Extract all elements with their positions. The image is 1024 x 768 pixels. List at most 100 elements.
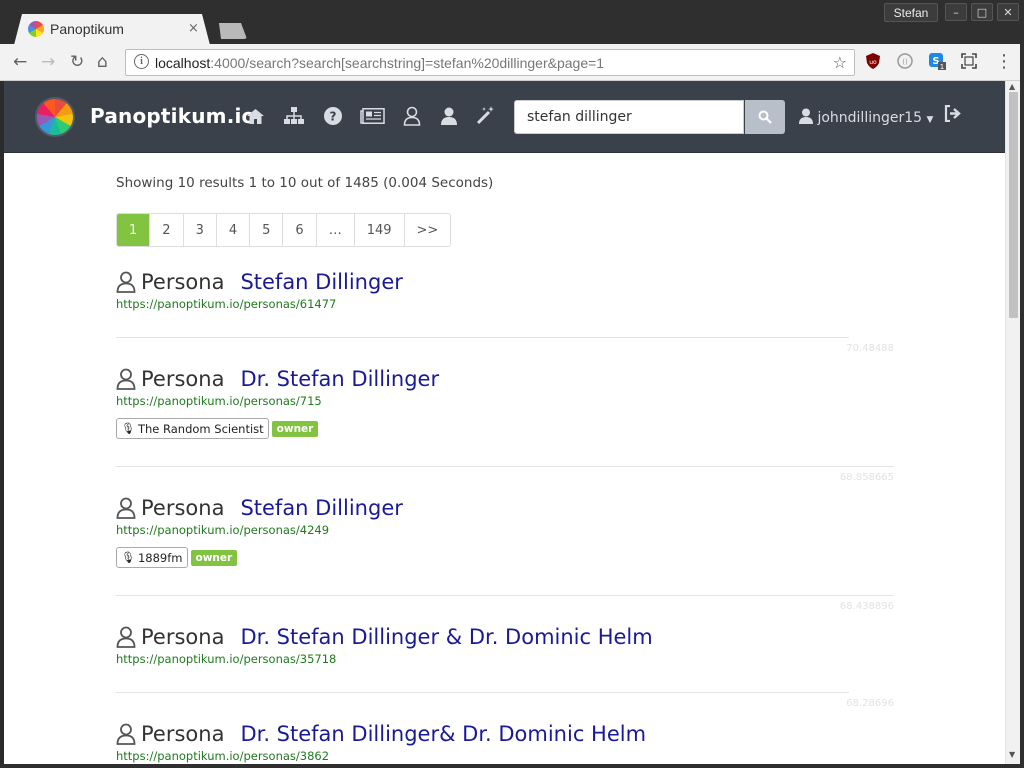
result-title: Persona Dr. Stefan Dillinger xyxy=(116,367,894,391)
scrollbar[interactable]: ▲ ▼ xyxy=(1005,81,1020,764)
page-link[interactable]: 4 xyxy=(216,214,251,246)
results-summary: Showing 10 results 1 to 10 out of 1485 (… xyxy=(116,175,494,191)
brand-name[interactable]: Panoptikum.io xyxy=(90,104,256,128)
home-icon[interactable] xyxy=(246,108,265,125)
result-type: Persona xyxy=(141,270,225,294)
logout-icon[interactable] xyxy=(944,105,962,122)
result-url[interactable]: https://panoptikum.io/personas/715 xyxy=(116,394,894,408)
result-title: Persona Stefan Dillinger xyxy=(116,270,894,294)
extension-icon[interactable]: () xyxy=(896,52,914,70)
result-item: Persona Stefan Dillinger https://panoptiku… xyxy=(116,496,894,612)
owner-badge: owner xyxy=(190,549,238,566)
persona-icon[interactable] xyxy=(403,106,421,126)
result-tags: 🎙 1889fm owner xyxy=(116,547,894,568)
result-type: Persona xyxy=(141,722,225,746)
bookmark-star-icon[interactable]: ☆ xyxy=(833,53,847,72)
forward-icon[interactable]: → xyxy=(41,52,55,72)
page-link[interactable]: >> xyxy=(404,214,451,246)
page-link[interactable]: 149 xyxy=(354,214,405,246)
search-button[interactable] xyxy=(745,100,785,134)
profile-button[interactable]: Stefan xyxy=(884,3,938,22)
pagination: 1 2 3 4 5 6… 149 >> xyxy=(116,213,452,247)
result-title: Persona Dr. Stefan Dillinger& Dr. Dominic… xyxy=(116,722,894,746)
podcast-icon: 🎙 xyxy=(121,551,135,564)
result-score: 68.858665 xyxy=(839,472,894,483)
page-viewport: Panoptikum.io ? stefan dillinger johndil… xyxy=(4,81,1005,764)
search-icon xyxy=(758,110,772,124)
result-divider xyxy=(116,337,849,338)
maximize-icon[interactable]: □ xyxy=(971,3,993,21)
result-title: Persona Dr. Stefan Dillinger & Dr. Domini… xyxy=(116,625,894,649)
podcast-tag[interactable]: 🎙 1889fm xyxy=(116,547,188,568)
user-menu[interactable]: johndillinger15 ▼ xyxy=(799,108,933,126)
result-divider xyxy=(116,692,849,693)
back-icon[interactable]: ← xyxy=(13,52,27,72)
tab-title: Panoptikum xyxy=(50,21,124,37)
screenshot-extension-icon[interactable] xyxy=(960,52,978,70)
result-title: Persona Stefan Dillinger xyxy=(116,496,894,520)
owner-badge: owner xyxy=(271,420,319,437)
result-name-link[interactable]: Stefan Dillinger xyxy=(240,496,402,520)
address-url: localhost:4000/search?search[searchstrin… xyxy=(155,55,605,71)
page-link[interactable]: … xyxy=(316,214,355,246)
result-divider xyxy=(116,466,894,467)
persona-icon xyxy=(116,723,136,745)
home-browser-icon[interactable]: ⌂ xyxy=(97,52,108,72)
user-icon[interactable] xyxy=(441,107,457,125)
persona-icon xyxy=(116,626,136,648)
app-navbar: Panoptikum.io ? stefan dillinger johndil… xyxy=(4,81,1005,153)
result-url[interactable]: https://panoptikum.io/personas/3862 xyxy=(116,749,894,763)
result-item: Persona Dr. Stefan Dillinger https://panop… xyxy=(116,367,894,483)
scrollbar-thumb[interactable] xyxy=(1009,92,1018,318)
result-url[interactable]: https://panoptikum.io/personas/35718 xyxy=(116,652,894,666)
logo-icon[interactable] xyxy=(35,97,75,137)
result-type: Persona xyxy=(141,496,225,520)
scroll-up-icon[interactable]: ▲ xyxy=(1009,82,1015,91)
page-link[interactable]: 6 xyxy=(283,214,317,246)
scroll-down-icon[interactable]: ▼ xyxy=(1009,750,1015,759)
menu-kebab-icon[interactable]: ⋮ xyxy=(995,51,1013,72)
result-name-link[interactable]: Stefan Dillinger xyxy=(240,270,402,294)
result-score: 68.438896 xyxy=(839,601,894,612)
podcast-tag[interactable]: 🎙 The Random Scientist xyxy=(116,418,269,439)
ublock-icon[interactable]: uo xyxy=(864,52,882,70)
newspaper-icon[interactable] xyxy=(360,108,385,124)
result-url[interactable]: https://panoptikum.io/personas/61477 xyxy=(116,297,894,311)
page-link[interactable]: 1 xyxy=(117,214,151,246)
svg-text:1: 1 xyxy=(940,63,944,70)
sitemap-icon[interactable] xyxy=(284,107,304,125)
skype-extension-icon[interactable]: S1 xyxy=(928,52,946,70)
window-frame-bottom xyxy=(0,764,1024,768)
user-menu-icon xyxy=(799,108,813,124)
persona-icon xyxy=(116,271,136,293)
svg-text:(): () xyxy=(902,58,908,66)
result-divider xyxy=(116,595,894,596)
reload-icon[interactable]: ↻ xyxy=(70,52,84,72)
page-link[interactable]: 2 xyxy=(150,214,184,246)
result-item: Persona Dr. Stefan Dillinger & Dr. Domini… xyxy=(116,625,894,709)
close-icon[interactable]: ✕ xyxy=(997,3,1019,21)
minimize-icon[interactable]: – xyxy=(945,3,967,21)
result-type: Persona xyxy=(141,625,225,649)
caret-down-icon: ▼ xyxy=(926,115,934,125)
page-link[interactable]: 5 xyxy=(250,214,284,246)
page-link[interactable]: 3 xyxy=(183,214,217,246)
magic-icon[interactable] xyxy=(476,106,495,125)
result-name-link[interactable]: Dr. Stefan Dillinger& Dr. Dominic Helm xyxy=(240,722,646,746)
result-name-link[interactable]: Dr. Stefan Dillinger xyxy=(240,367,439,391)
search-input[interactable]: stefan dillinger xyxy=(514,100,744,134)
result-name-link[interactable]: Dr. Stefan Dillinger & Dr. Dominic Helm xyxy=(240,625,652,649)
tab-favicon-icon xyxy=(28,21,44,37)
result-score: 68.28696 xyxy=(846,698,894,709)
svg-text:?: ? xyxy=(330,110,337,124)
question-icon[interactable]: ? xyxy=(324,107,342,125)
info-icon[interactable]: i xyxy=(134,54,149,69)
result-item: Persona Dr. Stefan Dillinger& Dr. Dominic… xyxy=(116,722,894,763)
window-frame-right xyxy=(1020,44,1024,768)
podcast-icon: 🎙 xyxy=(121,422,135,435)
result-type: Persona xyxy=(141,367,225,391)
tab-close-icon[interactable]: × xyxy=(188,21,199,36)
address-bar[interactable]: i localhost:4000/search?search[searchstr… xyxy=(125,49,855,76)
persona-icon xyxy=(116,368,136,390)
result-url[interactable]: https://panoptikum.io/personas/4249 xyxy=(116,523,894,537)
